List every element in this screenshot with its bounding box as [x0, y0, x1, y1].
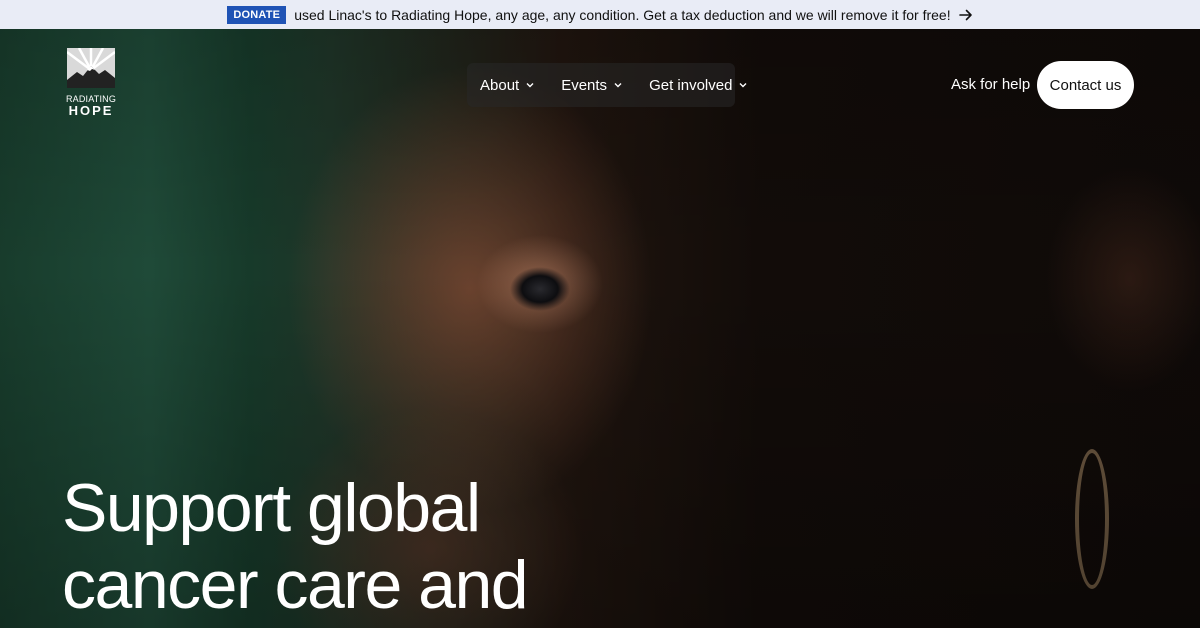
main-nav: About Events Get involved	[467, 63, 747, 107]
chevron-down-icon	[526, 83, 534, 88]
nav-item-about[interactable]: About	[480, 77, 535, 94]
nav-item-label: Get involved	[649, 76, 733, 94]
headline-line-1: Support global	[62, 470, 481, 546]
announcement-bar[interactable]: DONATE used Linac's to Radiating Hope, a…	[0, 0, 1200, 29]
mountain-sunburst-icon	[67, 48, 115, 88]
chevron-down-icon	[739, 83, 747, 88]
nav-item-label: Events	[561, 76, 608, 94]
hero-headline: Support global cancer care and	[62, 470, 662, 624]
nav-item-label: About	[480, 76, 520, 94]
donate-badge[interactable]: DONATE	[227, 5, 287, 24]
logo-text-hope: HOPE	[68, 103, 114, 118]
nav-item-events[interactable]: Events	[561, 77, 623, 94]
arrow-right-icon[interactable]	[958, 8, 973, 22]
announcement-text[interactable]: used Linac's to Radiating Hope, any age,…	[294, 7, 950, 23]
nav-item-get-involved[interactable]: Get involved	[649, 77, 748, 94]
site-logo[interactable]: RADIATING HOPE	[66, 48, 116, 118]
ask-for-help-link[interactable]: Ask for help	[951, 76, 1030, 93]
chevron-down-icon	[614, 83, 622, 88]
headline-line-2: cancer care and	[62, 547, 529, 623]
contact-us-button[interactable]: Contact us	[1037, 61, 1134, 109]
